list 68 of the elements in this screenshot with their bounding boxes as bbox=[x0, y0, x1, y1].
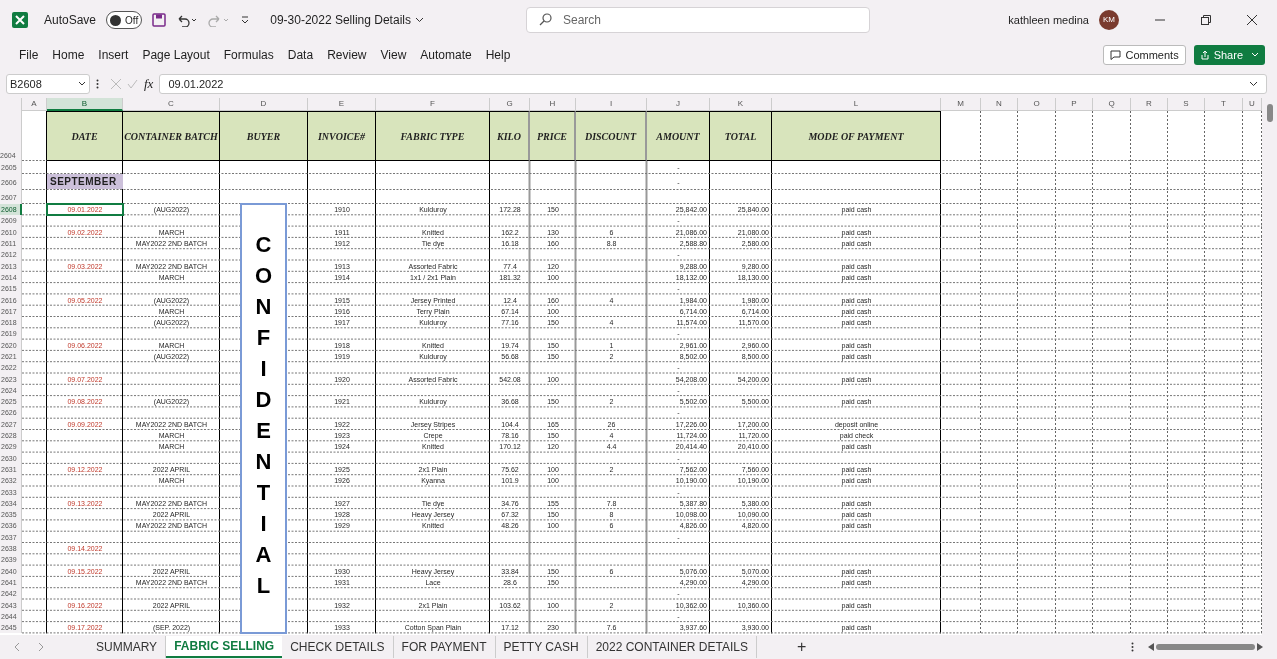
confidential-text: CONFIDENTIAL bbox=[254, 231, 273, 600]
column-header[interactable]: N bbox=[981, 98, 1018, 111]
more-options-icon[interactable] bbox=[1131, 642, 1134, 652]
autosave-label: AutoSave bbox=[44, 12, 97, 29]
name-box[interactable]: B2608 bbox=[6, 74, 90, 94]
scroll-left-icon[interactable] bbox=[1148, 643, 1154, 651]
month-label: SEPTEMBER bbox=[47, 174, 123, 189]
column-header[interactable]: S bbox=[1168, 98, 1205, 111]
close-icon[interactable] bbox=[1247, 15, 1257, 25]
menu-tab[interactable]: File bbox=[12, 44, 46, 66]
sheet-tab[interactable]: FOR PAYMENT bbox=[393, 636, 496, 658]
column-heading: TOTAL bbox=[710, 111, 772, 161]
more-options-icon[interactable] bbox=[96, 79, 99, 89]
horizontal-scrollbar[interactable] bbox=[1148, 641, 1263, 653]
sheet-tab[interactable]: CHECK DETAILS bbox=[282, 636, 394, 658]
column-header[interactable]: O bbox=[1018, 98, 1056, 111]
column-heading: FABRIC TYPE bbox=[376, 111, 490, 161]
chevron-down-icon[interactable] bbox=[414, 17, 424, 23]
menu-tab[interactable]: Formulas bbox=[216, 44, 281, 66]
sheet-tab[interactable]: PETTY CASH bbox=[495, 636, 588, 658]
column-header[interactable]: M bbox=[941, 98, 981, 111]
column-heading: BUYER bbox=[220, 111, 308, 161]
column-heading: PRICE bbox=[530, 111, 576, 161]
save-icon[interactable] bbox=[152, 13, 167, 27]
menu-tab[interactable]: Help bbox=[478, 44, 518, 66]
restore-icon[interactable] bbox=[1201, 15, 1211, 25]
name-box-value: B2608 bbox=[10, 76, 42, 92]
column-heading: MODE OF PAYMENT bbox=[772, 111, 941, 161]
menu-tab[interactable]: Data bbox=[280, 44, 321, 66]
menu-tab[interactable]: View bbox=[373, 44, 414, 66]
insert-function-button[interactable]: fx bbox=[144, 74, 154, 94]
search-icon[interactable] bbox=[538, 13, 552, 26]
column-heading: KILO bbox=[490, 111, 530, 161]
menu-tab[interactable]: Insert bbox=[91, 44, 136, 66]
column-header[interactable]: Q bbox=[1093, 98, 1131, 111]
column-heading: DISCOUNT bbox=[576, 111, 647, 161]
column-header[interactable]: P bbox=[1056, 98, 1093, 111]
column-header[interactable]: T bbox=[1205, 98, 1243, 111]
comment-icon[interactable] bbox=[1110, 50, 1122, 60]
sheet-tab[interactable]: 2022 CONTAINER DETAILS bbox=[587, 636, 757, 658]
scroll-right-icon[interactable] bbox=[1257, 643, 1263, 651]
formula-field[interactable]: 09.01.2022 bbox=[159, 74, 1267, 94]
column-header[interactable]: R bbox=[1131, 98, 1168, 111]
column-header[interactable]: B bbox=[47, 98, 123, 111]
spreadsheet-app-icon[interactable] bbox=[12, 12, 28, 28]
sheet-tab[interactable]: FABRIC SELLING bbox=[166, 636, 283, 658]
share-icon[interactable] bbox=[1199, 50, 1210, 60]
column-heading: AMOUNT bbox=[647, 111, 710, 161]
column-heading: CONTAINER BATCH bbox=[123, 111, 220, 161]
autosave-toggle[interactable]: Off bbox=[106, 11, 143, 29]
chevron-down-icon[interactable] bbox=[1249, 81, 1258, 87]
column-heading: INVOICE# bbox=[308, 111, 376, 161]
user-name: kathleen medina bbox=[1008, 12, 1089, 28]
share-button[interactable]: Share bbox=[1193, 45, 1265, 65]
undo-icon[interactable] bbox=[176, 13, 199, 27]
menu-tab[interactable]: Home bbox=[45, 44, 92, 66]
chevron-down-icon[interactable] bbox=[78, 81, 86, 87]
menu-tab[interactable]: Automate bbox=[413, 44, 479, 66]
add-sheet-button[interactable]: + bbox=[796, 635, 807, 659]
customize-caret-icon[interactable] bbox=[240, 15, 251, 25]
comments-button[interactable]: Comments bbox=[1103, 45, 1186, 65]
menu-tab[interactable]: Review bbox=[320, 44, 374, 66]
formula-value: 09.01.2022 bbox=[168, 76, 224, 92]
document-title[interactable]: 09-30-2022 Selling Details bbox=[270, 11, 424, 29]
search-field[interactable]: Search bbox=[525, 7, 870, 33]
menu-tab[interactable]: Page Layout bbox=[135, 44, 217, 66]
column-heading: DATE bbox=[47, 111, 123, 161]
user-avatar[interactable]: KM bbox=[1099, 10, 1119, 30]
